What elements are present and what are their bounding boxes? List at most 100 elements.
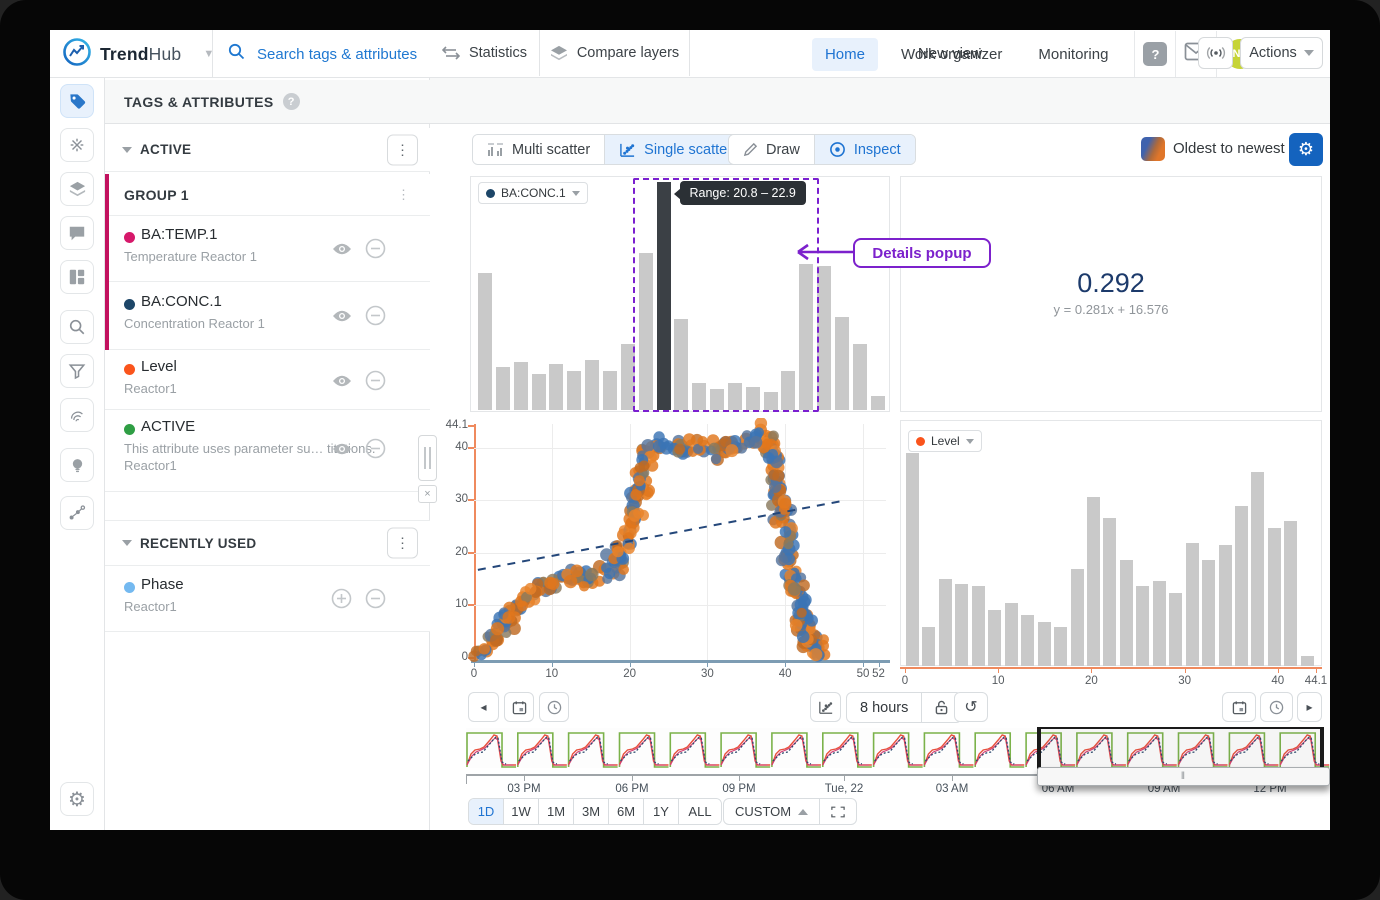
histogram-bar[interactable] [1120, 560, 1133, 666]
scatter-plot[interactable] [466, 418, 896, 666]
section-recently-used[interactable]: RECENTLY USED ⋮ [105, 520, 430, 566]
range-3m-button[interactable]: 3M [574, 799, 609, 824]
histogram-bar[interactable] [567, 371, 581, 410]
histogram-selection-box[interactable] [633, 178, 820, 412]
histogram-bar[interactable] [1087, 497, 1100, 666]
section-active[interactable]: ACTIVE ⋮ [105, 128, 430, 172]
settings-gear-icon[interactable]: ⚙ [60, 782, 94, 816]
tag-row-level[interactable]: Level Reactor1 [105, 350, 430, 410]
live-broadcast-button[interactable] [1198, 37, 1233, 69]
histogram-bar[interactable] [496, 367, 510, 410]
brand-logo[interactable]: TrendHub ▼ [50, 30, 213, 78]
scatter-time-mode-button[interactable] [810, 692, 841, 722]
range-6m-button[interactable]: 6M [609, 799, 644, 824]
visibility-eye-icon[interactable] [332, 309, 352, 328]
visibility-eye-icon[interactable] [332, 442, 352, 461]
histogram-bar[interactable] [1202, 560, 1215, 666]
sidebar-collapse-close-icon[interactable]: × [418, 485, 437, 503]
histogram-bar[interactable] [955, 584, 968, 666]
histogram-bar[interactable] [988, 610, 1001, 666]
visibility-eye-icon[interactable] [332, 242, 352, 261]
histogram-bar[interactable] [1169, 593, 1182, 666]
timeline-selection-handle[interactable]: ‖ [1037, 767, 1330, 786]
histogram-bar[interactable] [532, 374, 546, 410]
remove-minus-icon[interactable] [365, 438, 386, 464]
histogram-bar[interactable] [871, 396, 885, 410]
fingerprint-icon[interactable] [60, 398, 94, 432]
recommendations-bulb-icon[interactable] [60, 448, 94, 482]
duration-value[interactable]: 8 hours [847, 693, 922, 722]
histogram-bar[interactable] [549, 364, 563, 410]
events-sparkle-icon[interactable] [60, 128, 94, 162]
histogram-bar[interactable] [1054, 627, 1067, 666]
step-back-button[interactable]: ◂ [468, 692, 499, 722]
histogram-bar[interactable] [1219, 545, 1232, 666]
histogram-bar[interactable] [1071, 569, 1084, 666]
fit-range-button[interactable] [820, 799, 856, 824]
compare-layers-button[interactable]: Compare layers [540, 30, 690, 76]
remove-minus-icon[interactable] [365, 588, 386, 614]
active-section-menu-button[interactable]: ⋮ [387, 134, 418, 165]
comments-icon[interactable] [60, 216, 94, 250]
inspect-button[interactable]: Inspect [815, 135, 915, 164]
tag-row-active-attribute[interactable]: ACTIVE This attribute uses parameter su…… [105, 410, 430, 492]
model-scatter-icon[interactable] [60, 496, 94, 530]
sidebar-help-icon[interactable]: ? [283, 93, 300, 110]
histogram-bar[interactable] [1251, 472, 1264, 666]
search-tool-icon[interactable] [60, 310, 94, 344]
histogram-bar[interactable] [478, 273, 492, 410]
tags-icon[interactable] [60, 84, 94, 118]
dashboard-icon[interactable] [60, 260, 94, 294]
collapse-chevron-icon[interactable] [122, 540, 132, 546]
filter-icon[interactable] [60, 354, 94, 388]
end-time-button[interactable] [1260, 692, 1293, 722]
recent-section-menu-button[interactable]: ⋮ [387, 528, 418, 559]
histogram-bar[interactable] [1005, 603, 1018, 666]
histogram-bar[interactable] [1136, 586, 1149, 666]
histogram-bar[interactable] [1284, 521, 1297, 666]
visibility-eye-icon[interactable] [332, 374, 352, 393]
histogram-bar[interactable] [939, 579, 952, 666]
remove-minus-icon[interactable] [365, 238, 386, 264]
step-forward-button[interactable]: ▸ [1297, 692, 1322, 722]
x-histogram-tag-chip[interactable]: BA:CONC.1 [478, 182, 588, 204]
histogram-bar[interactable] [835, 317, 849, 410]
sidebar-resize-handle[interactable] [418, 435, 437, 481]
histogram-bar[interactable] [1235, 506, 1248, 666]
remove-minus-icon[interactable] [365, 370, 386, 396]
multi-scatter-button[interactable]: Multi scatter [473, 135, 605, 164]
help-icon[interactable]: ? [1143, 42, 1167, 66]
range-1w-button[interactable]: 1W [504, 799, 539, 824]
range-1d-button[interactable]: 1D [469, 799, 504, 824]
range-all-button[interactable]: ALL [679, 799, 721, 824]
tag-row-ba-conc-1[interactable]: BA:CONC.1 Concentration Reactor 1 [105, 282, 430, 350]
histogram-bar[interactable] [603, 371, 617, 410]
end-calendar-button[interactable] [1222, 692, 1256, 722]
start-calendar-button[interactable] [504, 692, 534, 722]
histogram-bar[interactable] [1301, 656, 1314, 666]
histogram-bar[interactable] [1103, 518, 1116, 666]
histogram-bar[interactable] [853, 344, 867, 410]
histogram-bar[interactable] [1186, 543, 1199, 666]
histogram-bar[interactable] [972, 586, 985, 666]
y-histogram-tag-chip[interactable]: Level [908, 430, 982, 452]
histogram-bar[interactable] [585, 360, 599, 410]
history-button[interactable]: ↺ [954, 692, 988, 722]
add-plus-icon[interactable] [331, 588, 352, 614]
histogram-bar[interactable] [922, 627, 935, 666]
histogram-bar[interactable] [1038, 622, 1051, 666]
layers-icon[interactable] [60, 172, 94, 206]
start-time-button[interactable] [539, 692, 569, 722]
tag-row-phase[interactable]: Phase Reactor1 [105, 566, 430, 632]
statistics-button[interactable]: Statistics [430, 30, 540, 76]
histogram-bar[interactable] [906, 453, 919, 666]
histogram-bar[interactable] [514, 362, 528, 410]
tag-row-ba-temp-1[interactable]: BA:TEMP.1 Temperature Reactor 1 [105, 216, 430, 282]
histogram-bar[interactable] [1268, 528, 1281, 666]
collapse-chevron-icon[interactable] [122, 147, 132, 153]
brand-chevron-down-icon[interactable]: ▼ [203, 48, 214, 60]
range-1m-button[interactable]: 1M [539, 799, 574, 824]
group-menu-button[interactable]: ⋮ [397, 187, 410, 203]
histogram-bar[interactable] [817, 266, 831, 410]
custom-range-button[interactable]: CUSTOM [724, 799, 820, 824]
